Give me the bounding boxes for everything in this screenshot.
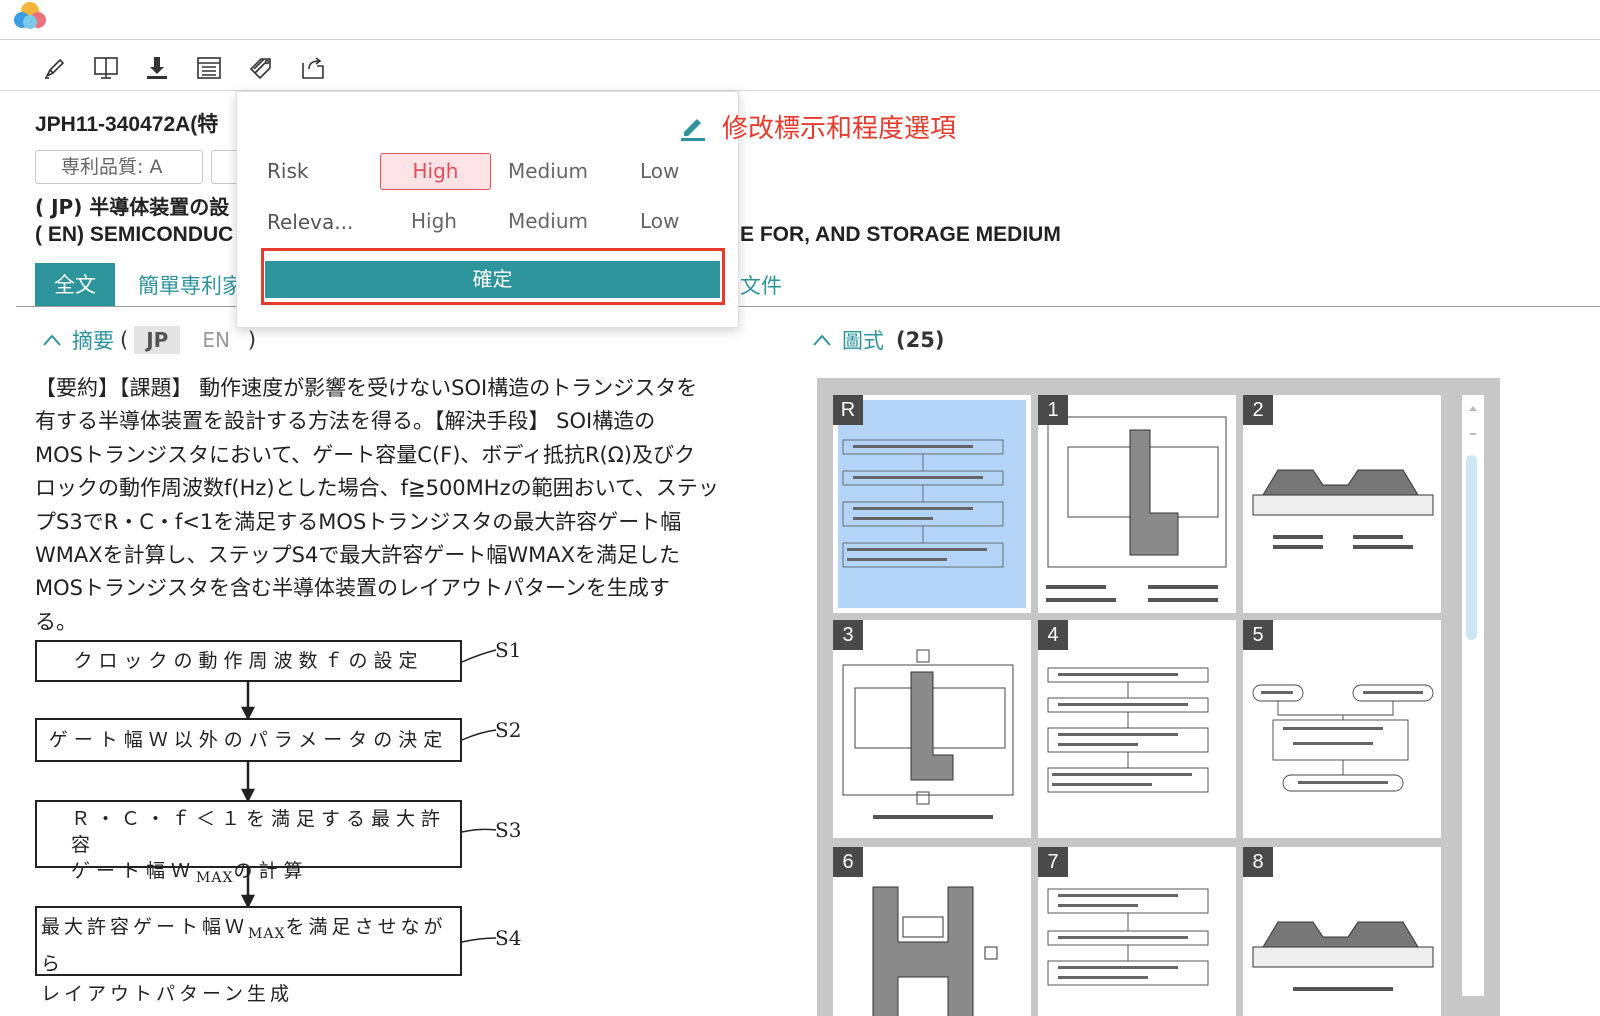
abstract-line: プS3でR・C・f<1を満足するMOSトランジスタの最大許容ゲート幅 bbox=[35, 509, 682, 534]
flow-step-s1: クロックの動作周波数ｆの設定 bbox=[35, 640, 462, 682]
relevance-option-low[interactable]: Low bbox=[640, 209, 679, 233]
figures-title: 圖式 bbox=[842, 329, 884, 353]
figure-thumb-1[interactable]: 1 bbox=[1038, 395, 1236, 613]
figure-label: 4 bbox=[1038, 620, 1068, 650]
list-view-icon[interactable] bbox=[194, 53, 224, 83]
flow-s3-sub: MAX bbox=[196, 869, 234, 886]
figure-thumb-7[interactable]: 7 bbox=[1038, 847, 1236, 1016]
figure-thumb-3[interactable]: 3 bbox=[833, 620, 1031, 838]
abstract-line: ロックの動作周波数f(Hz)とした場合、f≧500MHzの範囲おいて、ステッ bbox=[35, 476, 719, 501]
figure-thumb-4[interactable]: 4 bbox=[1038, 620, 1236, 838]
title-en-tail: E FOR, AND STORAGE MEDIUM bbox=[740, 223, 1061, 246]
risk-relevance-popup: Risk High Medium Low Releva... High Medi… bbox=[236, 91, 739, 328]
figure-label: 2 bbox=[1243, 395, 1273, 425]
tab-simple-family[interactable]: 簡單専利家 bbox=[138, 270, 243, 300]
figure-gallery: R 1 2 3 4 5 6 7 8 bbox=[817, 378, 1500, 1016]
download-icon[interactable] bbox=[142, 53, 172, 83]
figures-count: (25) bbox=[896, 328, 945, 352]
tab-documents[interactable]: 文件 bbox=[740, 270, 782, 300]
chevron-up-icon bbox=[43, 334, 61, 346]
figure-thumb-5[interactable]: 5 bbox=[1243, 620, 1441, 838]
edit-annotation: 修改標示和程度選項 bbox=[678, 108, 956, 145]
flow-step-s2: ゲート幅Ｗ以外のパラメータの決定 bbox=[35, 718, 462, 762]
open-paren: ( bbox=[120, 328, 129, 352]
lang-en-toggle[interactable]: EN bbox=[190, 326, 242, 354]
figure-label: 8 bbox=[1243, 847, 1273, 877]
cross-section-thumbnail bbox=[1252, 469, 1434, 549]
abstract-text: 【要約】【課題】 動作速度が影響を受けないSOI構造のトランジスタを 有する半導… bbox=[35, 372, 747, 639]
chevron-up-icon bbox=[813, 334, 831, 346]
abstract-line: 有する半導体装置を設計する方法を得る。【解決手段】 SOI構造の bbox=[35, 409, 656, 434]
risk-option-low[interactable]: Low bbox=[640, 159, 679, 183]
abstract-title: 摘要 bbox=[72, 329, 114, 353]
cloud-logo[interactable] bbox=[8, 0, 52, 32]
flow-s4-line1: 最大許容ゲート幅ＷMAXを満足させながら bbox=[41, 912, 460, 979]
toolbar bbox=[0, 41, 1600, 91]
figure-thumb-r[interactable]: R bbox=[833, 395, 1031, 613]
figure-thumb-6[interactable]: 6 bbox=[833, 847, 1031, 1016]
flow-label-s1: S1 bbox=[495, 638, 522, 662]
gallery-scroll-thumb[interactable] bbox=[1466, 455, 1477, 640]
annotation-text: 修改標示和程度選項 bbox=[722, 114, 957, 144]
flow-s4-line2: レイアウトパターン生成 bbox=[41, 982, 294, 1005]
abstract-line: MOSトランジスタを含む半導体装置のレイアウトパターンを生成す bbox=[35, 576, 670, 601]
document-id: JPH11-340472A(特 bbox=[35, 113, 219, 136]
layout-thumbnail bbox=[842, 649, 1014, 819]
figure-label: 7 bbox=[1038, 847, 1068, 877]
export-icon[interactable] bbox=[298, 53, 328, 83]
patent-quality-chip: 専利品質: A bbox=[35, 150, 203, 184]
flow-s4-line1a: 最大許容ゲート幅Ｗ bbox=[41, 916, 249, 938]
highlighter-icon[interactable] bbox=[40, 53, 70, 83]
abstract-line: WMAXを計算し、ステップS4で最大許容ゲート幅WMAXを満足した bbox=[35, 543, 680, 568]
flowchart-thumbnail bbox=[842, 439, 1004, 568]
flowchart-thumbnail bbox=[1047, 667, 1209, 793]
relevance-label: Releva... bbox=[267, 210, 354, 234]
abstract-line: る。 bbox=[35, 609, 77, 634]
scroll-arrows-icon bbox=[1469, 406, 1477, 438]
flow-step-s4: 最大許容ゲート幅ＷMAXを満足させながら レイアウトパターン生成 bbox=[35, 906, 462, 1005]
figure-label: 6 bbox=[833, 847, 863, 877]
reader-view-icon[interactable] bbox=[91, 53, 121, 83]
figures-header[interactable]: 圖式 (25) bbox=[812, 325, 944, 355]
figure-label: 5 bbox=[1243, 620, 1273, 650]
relevance-option-medium[interactable]: Medium bbox=[508, 209, 588, 233]
flow-s4-sub: MAX bbox=[248, 925, 286, 942]
tab-fulltext[interactable]: 全文 bbox=[35, 263, 115, 307]
confirm-button[interactable]: 確定 bbox=[265, 261, 720, 298]
figure-thumb-2[interactable]: 2 bbox=[1243, 395, 1441, 613]
block-diagram-thumbnail bbox=[1252, 684, 1434, 792]
lang-jp-toggle[interactable]: JP bbox=[134, 326, 181, 354]
figure-label: 3 bbox=[833, 620, 863, 650]
figure-thumb-8[interactable]: 8 bbox=[1243, 847, 1441, 1016]
layout-thumbnail bbox=[1046, 416, 1227, 602]
abstract-line: MOSトランジスタにおいて、ゲート容量C(F)、ボディ抵抗R(Ω)及びク bbox=[35, 442, 695, 467]
flow-label-s2: S2 bbox=[495, 718, 522, 742]
flow-s3-line2b: の計算 bbox=[233, 860, 309, 882]
title-en: ( EN) SEMICONDUC bbox=[35, 223, 234, 246]
abstract-flowchart: クロックの動作周波数ｆの設定 S1 ゲート幅Ｗ以外のパラメータの決定 S2 Ｒ・… bbox=[30, 636, 550, 1005]
abstract-header[interactable]: 摘要 ( JP EN ) bbox=[42, 325, 262, 355]
close-paren: ) bbox=[247, 328, 257, 352]
figure-label: R bbox=[833, 395, 863, 425]
flow-s3-line2a: ゲート幅Ｗ bbox=[71, 860, 197, 882]
relevance-option-high[interactable]: High bbox=[411, 209, 457, 233]
flow-s3-line1: Ｒ・Ｃ・ｆ＜１を満足する最大許容 bbox=[71, 808, 447, 856]
risk-option-medium[interactable]: Medium bbox=[508, 159, 588, 183]
flow-label-s4: S4 bbox=[495, 926, 522, 950]
title-jp: ( JP) 半導体装置の設 bbox=[35, 195, 230, 219]
flow-step-s3: Ｒ・Ｃ・ｆ＜１を満足する最大許容 ゲート幅ＷMAXの計算 bbox=[35, 800, 462, 886]
flow-label-s3: S3 bbox=[495, 818, 522, 842]
tag-icon[interactable] bbox=[247, 53, 277, 83]
flow-s3-line2: ゲート幅ＷMAXの計算 bbox=[71, 858, 460, 891]
abstract-line: 【要約】【課題】 動作速度が影響を受けないSOI構造のトランジスタを bbox=[35, 376, 698, 400]
risk-label: Risk bbox=[267, 159, 309, 183]
risk-option-high[interactable]: High bbox=[380, 153, 491, 190]
top-bar bbox=[0, 0, 1600, 40]
pencil-icon[interactable] bbox=[678, 112, 708, 142]
figure-label: 1 bbox=[1038, 395, 1068, 425]
